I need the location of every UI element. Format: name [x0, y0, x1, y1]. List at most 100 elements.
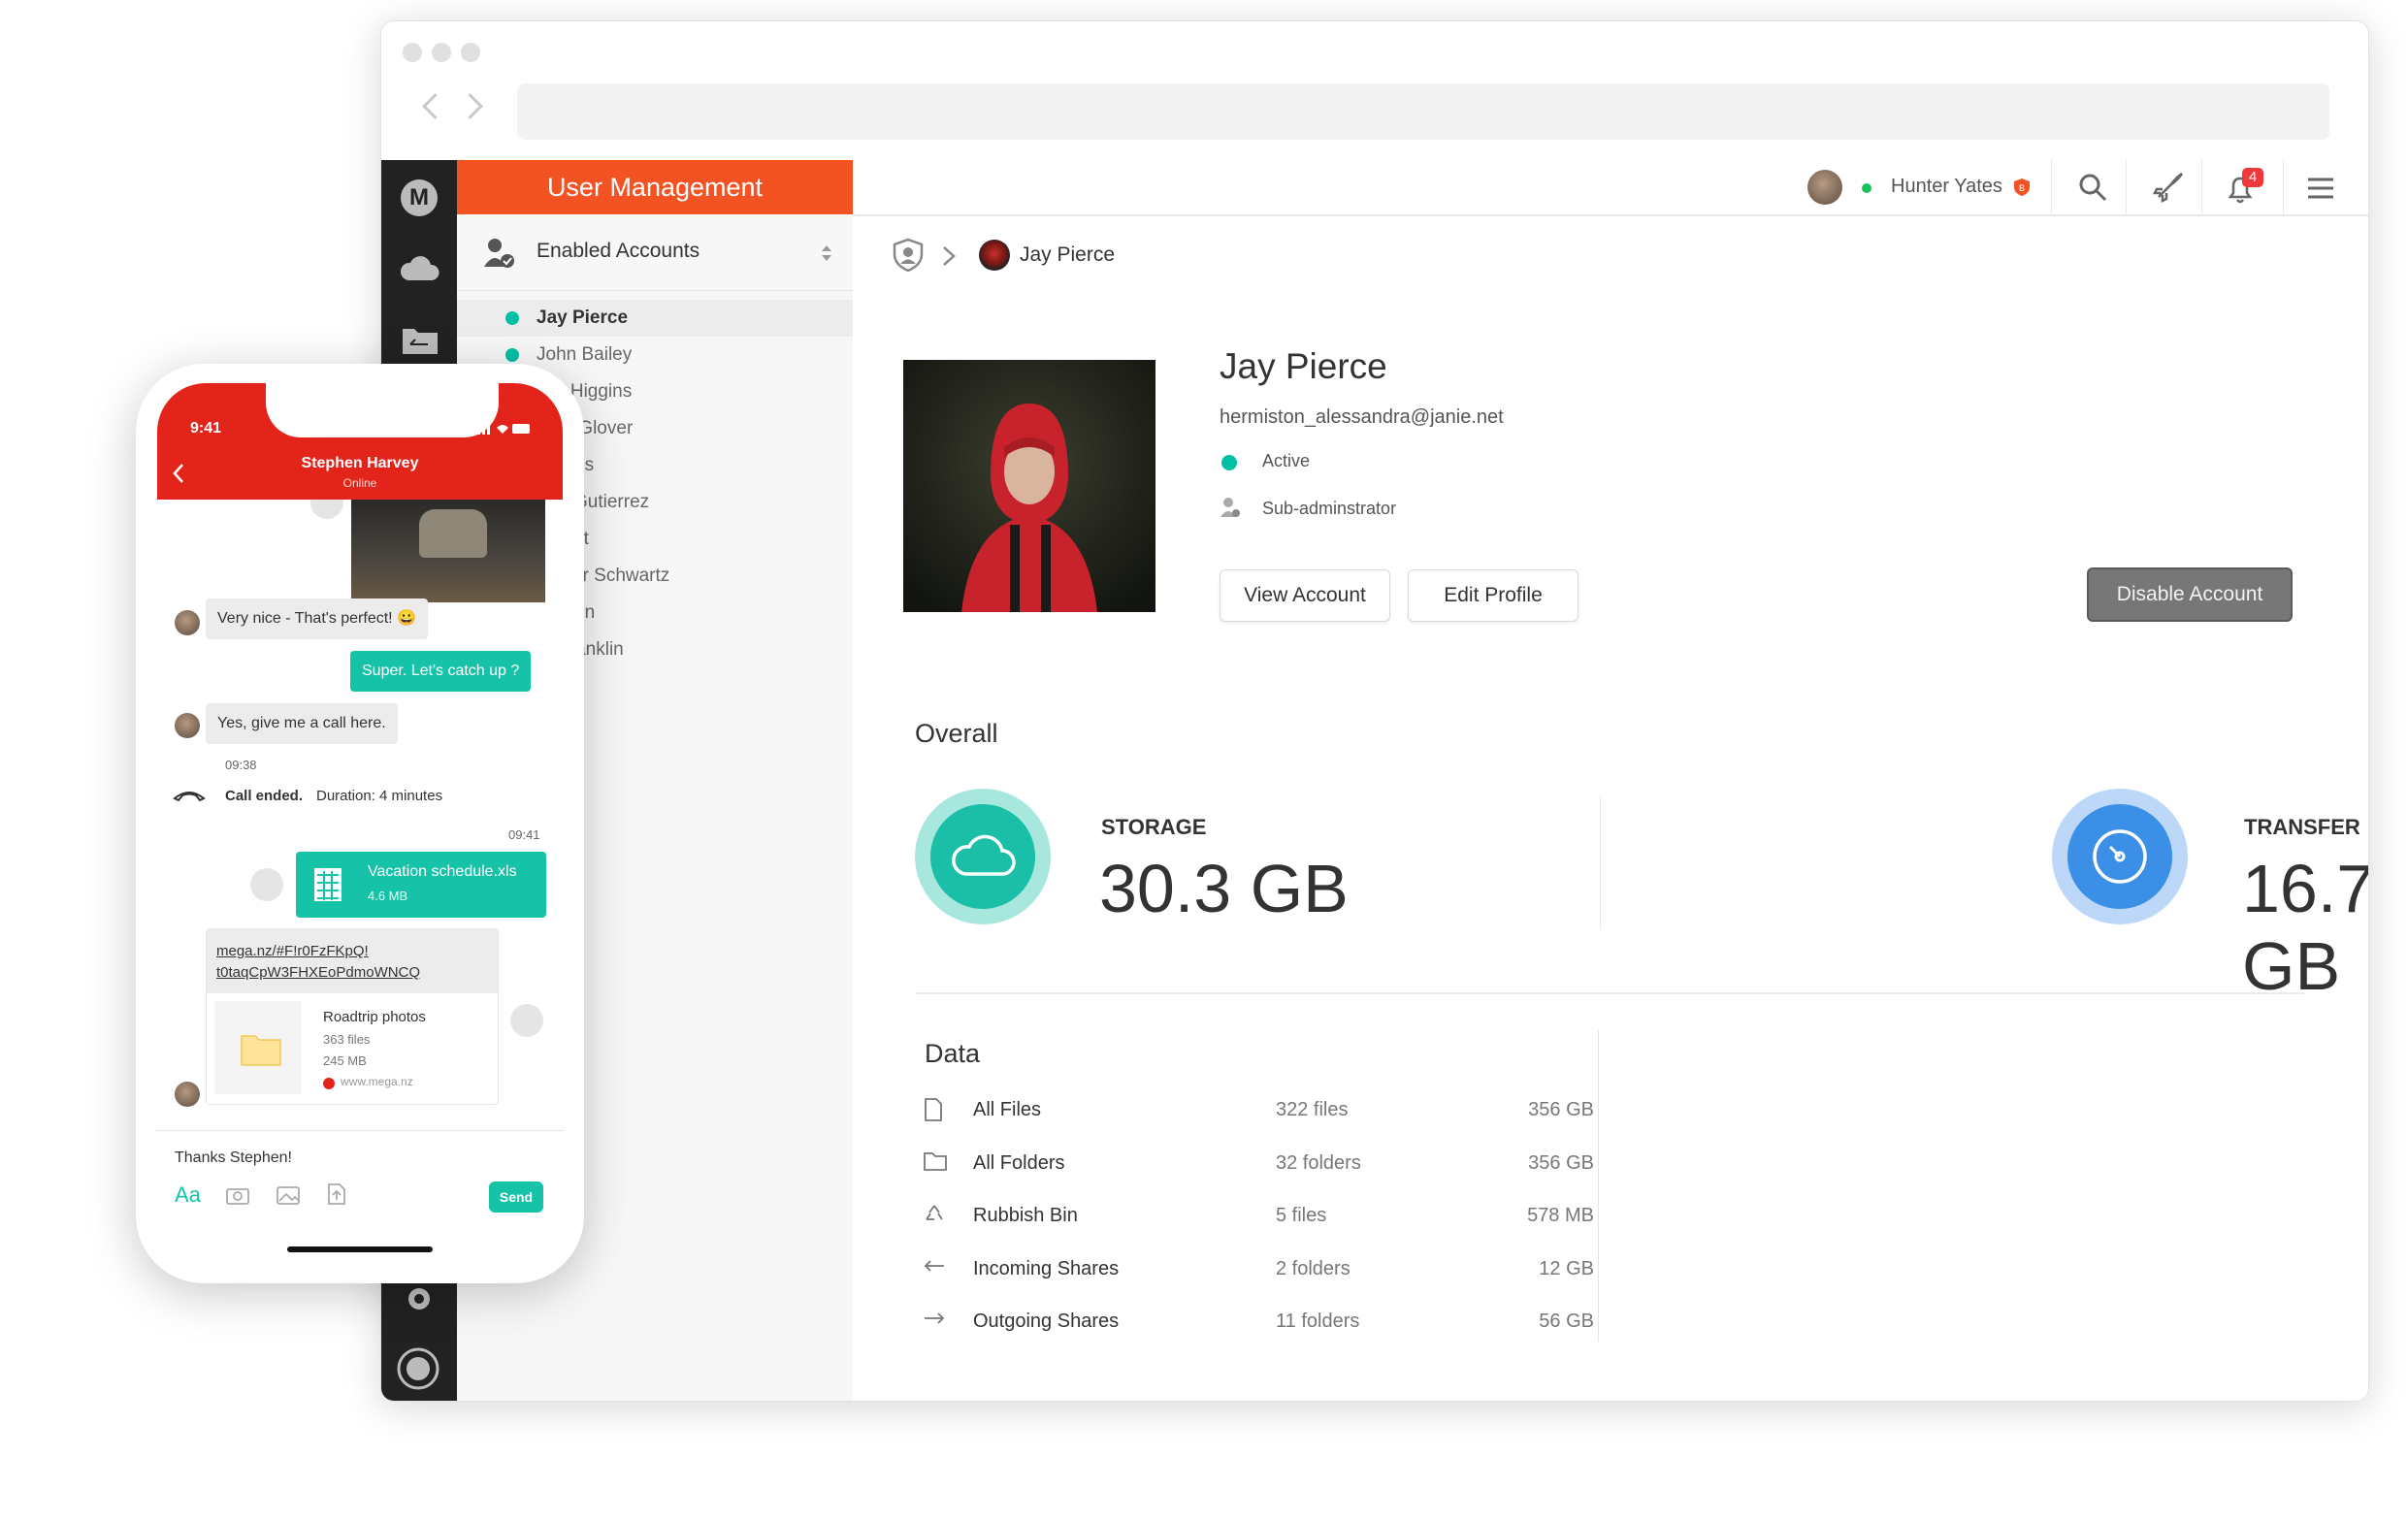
folder-icon — [923, 1150, 948, 1177]
contact-avatar — [175, 713, 200, 738]
profile-email: hermiston_alessandra@janie.net — [1220, 406, 1504, 428]
search-icon[interactable] — [2077, 172, 2108, 203]
status-time: 9:41 — [190, 420, 222, 437]
user-avatar[interactable] — [1807, 170, 1842, 205]
window-maximize-dot[interactable] — [461, 43, 480, 62]
rocket-icon[interactable] — [2151, 172, 2184, 205]
attach-file-icon[interactable] — [326, 1182, 347, 1206]
camera-icon[interactable] — [225, 1184, 250, 1206]
transfer-circle — [2052, 789, 2188, 924]
recycle-icon — [923, 1203, 946, 1231]
photo-message[interactable] — [351, 500, 545, 602]
menu-icon[interactable] — [2306, 176, 2335, 201]
sync-client-icon[interactable] — [395, 1345, 441, 1392]
section-divider — [915, 992, 2304, 994]
call-ended-icon — [173, 792, 206, 802]
image-icon[interactable] — [276, 1184, 301, 1206]
account-filter[interactable]: Enabled Accounts — [457, 214, 853, 291]
text-format-button[interactable]: Aa — [175, 1182, 201, 1208]
arrow-left-icon — [923, 1256, 946, 1280]
divider — [2201, 160, 2202, 214]
data-row[interactable]: All Folders 32 folders 356 GB — [915, 1145, 1594, 1183]
data-row-count: 2 folders — [1276, 1257, 1350, 1279]
sort-toggle-icon[interactable] — [820, 243, 833, 263]
data-row-count: 322 files — [1276, 1099, 1349, 1120]
data-row[interactable]: Incoming Shares 2 folders 12 GB — [915, 1250, 1594, 1289]
contact-status: Online — [342, 476, 377, 490]
message-input[interactable]: Thanks Stephen! — [175, 1149, 292, 1167]
incoming-folder-icon[interactable] — [401, 325, 439, 356]
divider — [1600, 796, 1601, 928]
forward-icon[interactable] — [250, 868, 283, 901]
link-text-line1[interactable]: mega.nz/#F!r0FzFKpQ! — [216, 943, 369, 959]
send-button[interactable]: Send — [489, 1181, 543, 1213]
shield-user-icon[interactable] — [892, 238, 925, 273]
panel-title: User Management — [457, 160, 853, 214]
data-heading: Data — [925, 1039, 981, 1068]
folder-size: 245 MB — [323, 1053, 367, 1068]
message-time: 09:41 — [508, 827, 540, 842]
folder-name: Roadtrip photos — [323, 1009, 426, 1025]
divider — [2126, 160, 2127, 214]
arrow-right-icon — [923, 1309, 946, 1333]
file-icon — [923, 1097, 944, 1127]
link-preview-message[interactable]: mega.nz/#F!r0FzFKpQ! t0taqCpW3FHXEoPdmoW… — [206, 928, 499, 1105]
user-role-icon — [1220, 498, 1240, 517]
settings-gear-icon[interactable] — [399, 1278, 439, 1319]
data-row-size: 56 GB — [1539, 1311, 1594, 1332]
user-name: Jay Pierce — [537, 307, 629, 328]
online-status-dot — [1862, 183, 1871, 193]
profile-name: Jay Pierce — [1220, 346, 1387, 386]
data-row[interactable]: Outgoing Shares 11 folders 56 GB — [915, 1303, 1594, 1342]
contact-avatar — [175, 610, 200, 635]
main-content: Hunter Yates B 4 Jay Pierce Jay Pierce h… — [853, 160, 2368, 1401]
overall-heading: Overall — [915, 719, 998, 748]
divider — [2283, 160, 2284, 214]
data-row[interactable]: All Files 322 files 356 GB — [915, 1091, 1594, 1130]
forward-arrow-icon[interactable] — [457, 93, 483, 119]
gauge-icon — [2093, 829, 2147, 884]
disable-account-button[interactable]: Disable Account — [2087, 567, 2293, 622]
window-minimize-dot[interactable] — [432, 43, 451, 62]
cloud-drive-icon[interactable] — [399, 253, 439, 282]
window-close-dot[interactable] — [403, 43, 422, 62]
user-list-item[interactable]: Jay Pierce — [457, 300, 853, 337]
transfer-value: 16.7 GB — [2242, 851, 2369, 1004]
profile-photo — [903, 360, 1155, 612]
top-bar: Hunter Yates B 4 — [853, 160, 2368, 216]
profile-status: Active — [1262, 451, 1311, 470]
divider — [155, 1130, 565, 1131]
profile-role: Sub-adminstrator — [1262, 499, 1397, 518]
divider — [2051, 160, 2052, 214]
forward-icon[interactable] — [510, 1004, 543, 1037]
admin-badge-icon: B — [2014, 178, 2030, 196]
home-indicator — [287, 1246, 433, 1252]
view-account-button[interactable]: View Account — [1220, 569, 1390, 622]
address-bar[interactable] — [517, 83, 2329, 140]
folder-icon — [241, 1035, 281, 1066]
data-row-label: Rubbish Bin — [973, 1205, 1078, 1226]
data-row-count: 5 files — [1276, 1205, 1327, 1226]
data-row-label: All Folders — [973, 1151, 1065, 1174]
svg-text:B: B — [2019, 183, 2025, 193]
breadcrumb-avatar — [979, 240, 1010, 271]
current-user-name[interactable]: Hunter Yates — [1891, 176, 2002, 198]
data-row-count: 32 folders — [1276, 1151, 1361, 1174]
contact-avatar — [175, 1082, 200, 1107]
forward-icon[interactable] — [310, 500, 343, 519]
back-arrow-icon[interactable] — [422, 93, 448, 119]
contact-name: Stephen Harvey — [301, 455, 419, 471]
breadcrumb-current[interactable]: Jay Pierce — [1020, 243, 1115, 267]
data-row-label: Incoming Shares — [973, 1257, 1120, 1279]
edit-profile-button[interactable]: Edit Profile — [1408, 569, 1578, 622]
data-row[interactable]: Rubbish Bin 5 files 578 MB — [915, 1197, 1594, 1236]
file-message[interactable]: Vacation schedule.xls 4.6 MB — [296, 852, 546, 918]
status-icons — [477, 424, 530, 435]
folder-site: www.mega.nz — [341, 1075, 413, 1088]
mega-logo-icon[interactable]: M — [401, 179, 438, 216]
message-bubble: Very nice - That's perfect! 😀 — [206, 599, 428, 639]
user-name: John Bailey — [537, 344, 633, 365]
call-ended-label: Call ended. — [225, 788, 304, 804]
call-duration: Duration: 4 minutes — [316, 788, 443, 804]
link-text-line2[interactable]: t0taqCpW3FHXEoPdmoWNCQ — [216, 964, 420, 981]
